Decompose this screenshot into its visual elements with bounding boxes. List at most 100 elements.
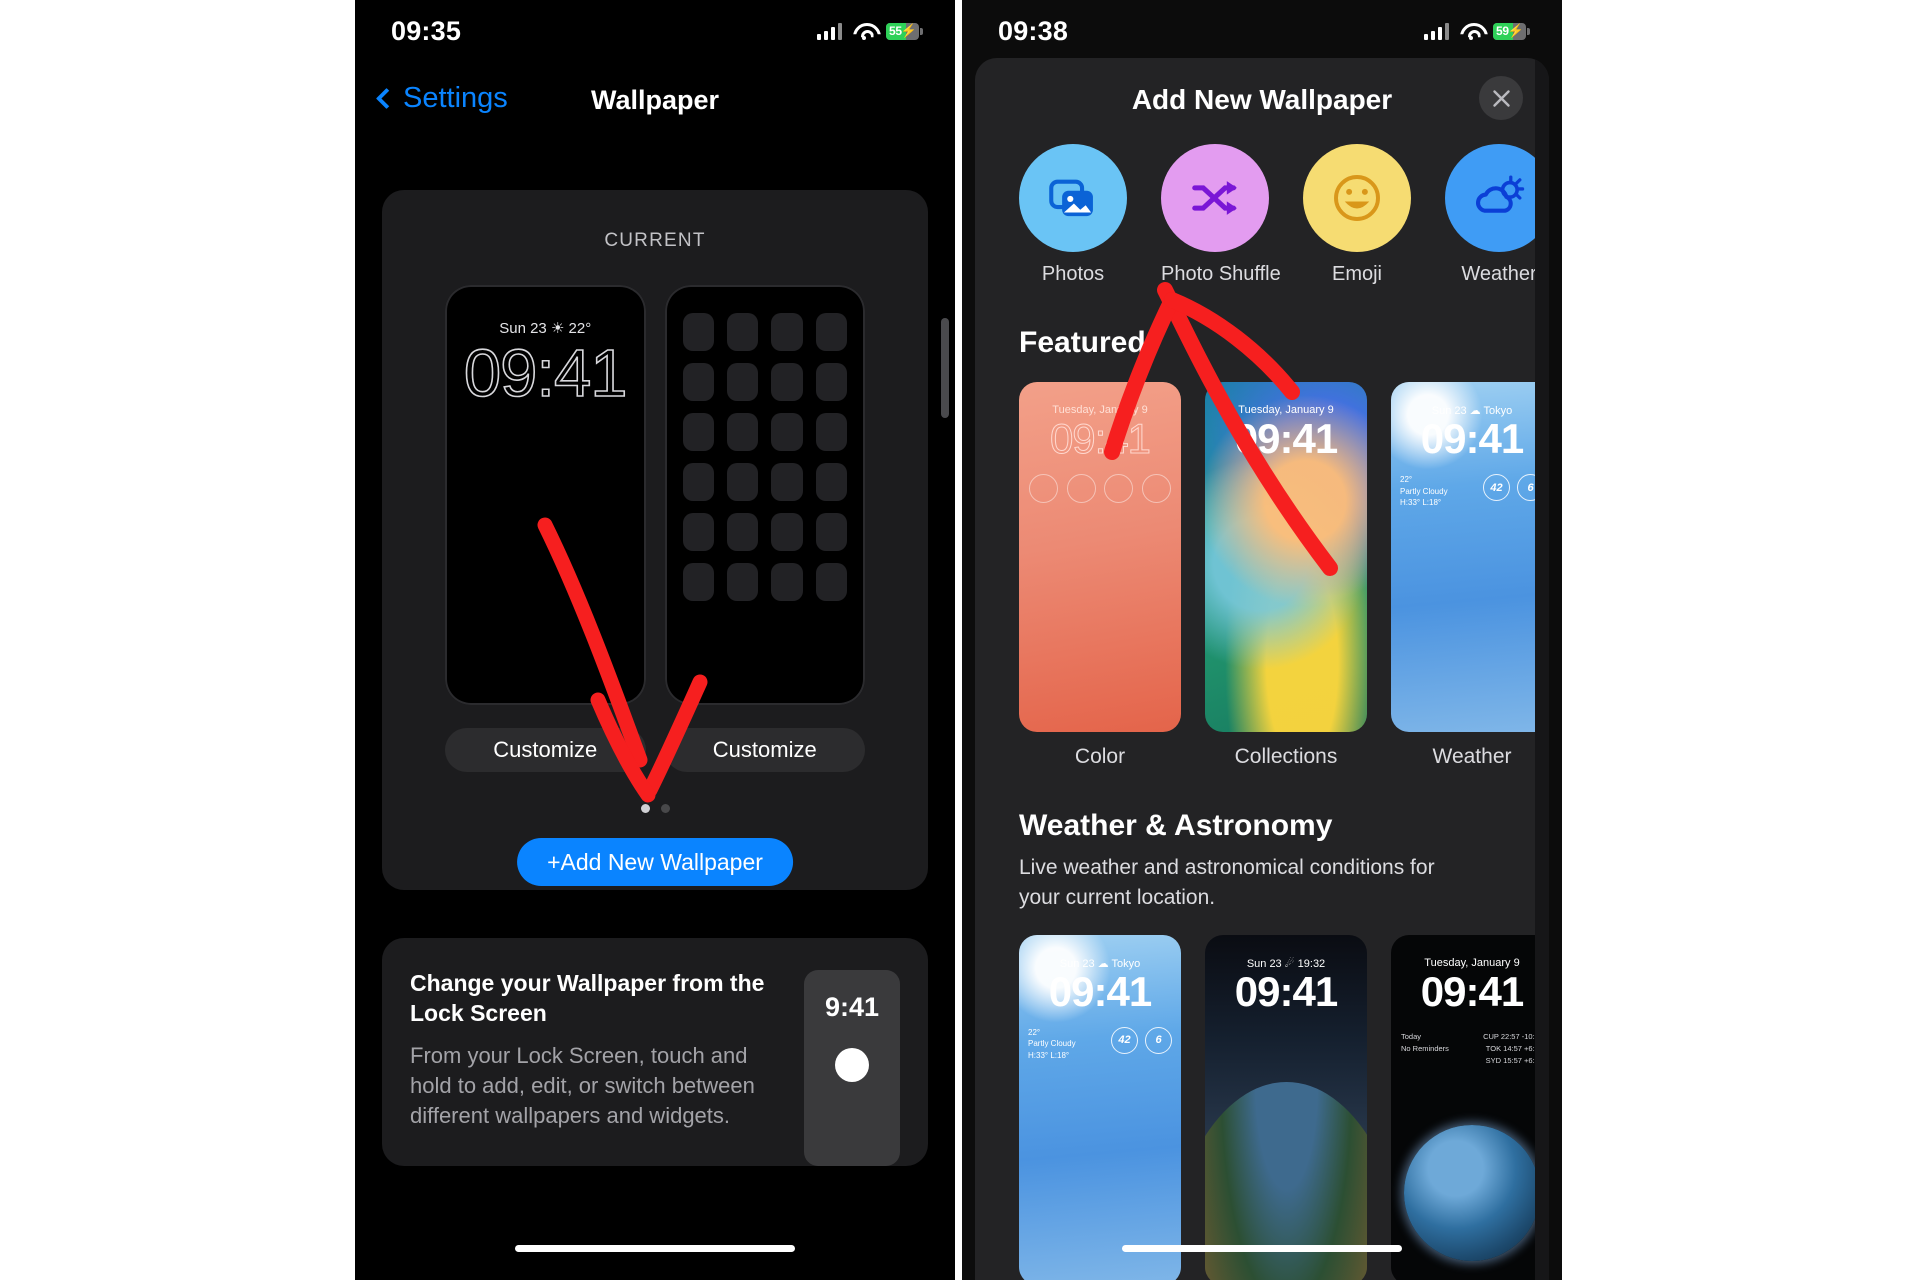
customize-row: Customize Customize [445,728,865,772]
charging-bolt-icon: ⚡ [900,23,917,38]
wallpaper-category-photos[interactable]: Photos [1019,144,1127,286]
touch-dot-icon [835,1048,869,1082]
wallpaper-category-row: PhotosPhoto ShuffleEmojiWeatherAstron [975,136,1549,286]
charging-bolt-icon: ⚡ [1507,23,1524,38]
home-app-placeholder [682,463,714,501]
home-app-placeholder [815,513,847,551]
home-app-placeholder [726,563,759,601]
home-app-placeholder [682,313,714,351]
featured-tile-color[interactable]: Tuesday, January 9 09:41 Color [1019,382,1181,769]
tile-ring-aqi: 42 [1483,474,1510,501]
wallpaper-category-photo-shuffle[interactable]: Photo Shuffle [1161,144,1281,286]
wifi-icon [1460,23,1482,40]
home-app-placeholder [815,463,847,501]
world-clock-row: TOK 14:57 +6:30 [1485,1043,1543,1053]
home-app-placeholder [771,413,803,451]
photos-icon [1019,144,1127,252]
tile-time: 09:41 [1234,967,1338,1015]
home-app-grid [682,313,847,601]
info-card-body: From your Lock Screen, touch and hold to… [410,1042,755,1129]
home-app-placeholder [815,363,847,401]
home-app-placeholder [682,413,714,451]
featured-tile-row: Tuesday, January 9 09:41 Color Tuesday, … [975,360,1549,769]
weather-astronomy-subtitle: Live weather and astronomical conditions… [1019,856,1435,909]
tile-range: H:33° L:18° [1028,1050,1070,1060]
page-title: Wallpaper [590,85,720,115]
home-indicator [515,1245,795,1252]
info-card-title: Change your Wallpaper from the Lock Scre… [410,970,765,1027]
customize-home-button[interactable]: Customize [664,728,865,772]
battery-percent: 55 [889,24,902,38]
wa-tile-earth[interactable]: Sun 23 ☄ 19:32 09:41 [1205,934,1367,1280]
screenshot-stage: 09:35 55 ⚡ Settings Wallpaper CURRENT Su… [0,0,1920,1280]
lock-screen-preview[interactable]: Sun 23 ☀ 22° 09:41 [445,285,646,705]
world-clock-row: CUP 22:57 -10:30 [1483,1031,1543,1041]
right-phone-screen: 09:38 59 ⚡ Add New Wallpaper Photos Phot… [962,0,1562,1280]
close-button[interactable] [1479,76,1523,120]
wa-tile-globe[interactable]: Tuesday, January 9 09:41 Today No Remind… [1391,934,1549,1280]
lock-preview-time: 09:41 [463,335,628,412]
info-card-thumbnail: 9:41 [804,970,900,1166]
weather-astronomy-tile-row: Sun 23 ☁ Tokyo 09:41 22° Partly Cloudy H… [975,913,1549,1280]
home-app-placeholder [815,313,847,351]
lock-screen-info-card: Change your Wallpaper from the Lock Scre… [382,938,928,1166]
tile-time: 09:41 [1420,967,1524,1015]
tile-weather-widgets: 22° Partly Cloudy H:33° L:18° 42 6 [1400,474,1544,509]
category-label: Photo Shuffle [1161,263,1281,285]
tile-time: 09:41 [1234,415,1338,462]
add-new-wallpaper-sheet: Add New Wallpaper Photos Photo Shuffle Emo… [975,58,1549,1280]
tile-temp: 22° [1400,475,1413,484]
home-app-placeholder [726,513,759,551]
sheet-right-edge [1535,58,1549,1280]
tile-time: 09:41 [1048,967,1152,1015]
status-time: 09:38 [998,15,1069,46]
battery-percent: 59 [1496,24,1509,38]
battery-icon: 59 ⚡ [1493,22,1530,40]
home-screen-preview[interactable] [664,285,865,705]
home-app-placeholder [815,413,847,451]
current-wallpaper-card: CURRENT Sun 23 ☀ 22° 09:41 Customize Cus… [382,190,928,890]
scroll-indicator[interactable] [941,318,949,418]
home-app-placeholder [726,363,759,401]
tile-caption: Collections [1234,745,1338,768]
annotation-overlay [537,282,1338,803]
wallpaper-category-weather[interactable]: Weather [1445,144,1549,286]
tile-worldclock-widget: Today No Reminders CUP 22:57 -10:30 TOK 1… [1401,1031,1543,1067]
tile-caption: Weather [1432,745,1512,768]
category-label: Weather [1461,263,1537,285]
cellular-icon [816,22,842,40]
home-app-placeholder [771,513,803,551]
sheet-title: Add New Wallpaper [1131,84,1393,115]
home-app-placeholder [726,463,759,501]
home-app-placeholder [726,313,759,351]
right-status-bar: 09:38 59 ⚡ [962,0,1562,62]
left-status-bar: 09:35 55 ⚡ [355,0,955,62]
wallpaper-category-emoji[interactable]: Emoji [1303,144,1411,286]
weather-astronomy-heading: Weather & Astronomy [1019,809,1333,842]
featured-tile-weather[interactable]: Sun 23 ☁ Tokyo 09:41 22° Partly Cloudy H… [1391,382,1549,769]
wifi-icon [853,23,875,40]
home-app-placeholder [771,363,803,401]
featured-tile-collections[interactable]: Tuesday, January 9 09:41 Collections [1205,382,1367,769]
world-clock-row: SYD 15:57 +6:30 [1485,1055,1543,1065]
weather-icon [1445,144,1549,252]
wa-tile-weather[interactable]: Sun 23 ☁ Tokyo 09:41 22° Partly Cloudy H… [1019,934,1181,1280]
thumbnail-time: 9:41 [824,992,880,1022]
tile-ring-aqi: 42 [1111,1026,1138,1054]
tile-time: 09:41 [1049,415,1151,463]
tile-condition: Partly Cloudy [1400,486,1448,496]
emoji-icon [1303,144,1411,252]
status-time: 09:35 [391,15,462,46]
home-app-placeholder [726,413,759,451]
category-label: Emoji [1331,263,1382,285]
battery-icon: 55 ⚡ [886,22,923,40]
customize-lock-button[interactable]: Customize [445,728,646,772]
home-app-placeholder [771,463,803,501]
home-app-placeholder [771,313,803,351]
home-app-placeholder [815,563,847,601]
tile-time: 09:41 [1420,415,1524,462]
earth-globe-graphic [1404,1124,1540,1261]
category-label: Photos [1041,263,1105,285]
add-new-wallpaper-button[interactable]: +Add New Wallpaper [517,838,793,886]
today-label: Today [1401,1031,1422,1041]
